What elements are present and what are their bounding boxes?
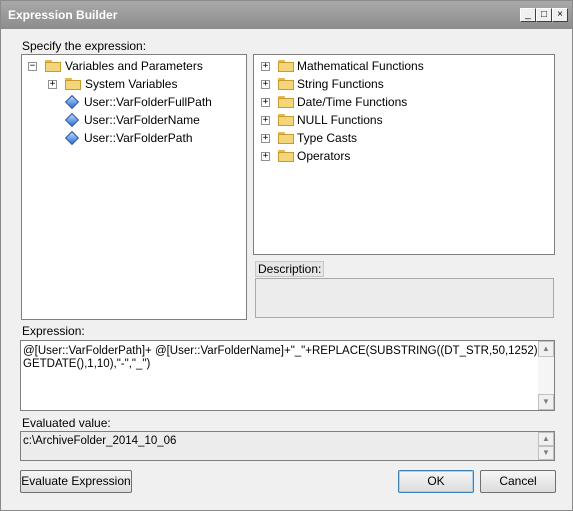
tree-label: Variables and Parameters	[65, 59, 203, 73]
tree-label: Date/Time Functions	[297, 95, 408, 109]
expand-icon[interactable]: +	[261, 116, 270, 125]
window-title: Expression Builder	[8, 8, 118, 22]
folder-icon	[278, 60, 294, 72]
folder-icon	[278, 78, 294, 90]
folder-icon	[278, 150, 294, 162]
variable-icon	[64, 112, 80, 128]
folder-icon	[278, 114, 294, 126]
expand-icon[interactable]: +	[261, 80, 270, 89]
scroll-up-icon[interactable]: ▲	[538, 341, 554, 357]
close-button[interactable]: ×	[552, 8, 568, 22]
tree-label: NULL Functions	[297, 113, 383, 127]
collapse-icon[interactable]: −	[28, 62, 37, 71]
ok-button[interactable]: OK	[398, 470, 474, 493]
expression-scrollbar[interactable]: ▲ ▼	[538, 341, 554, 410]
expression-line-2: GETDATE(),1,10),"-","_")	[23, 358, 151, 370]
variables-tree[interactable]: − Variables and Parameters + System Vari…	[21, 54, 247, 320]
evaluated-value-label: Evaluated value:	[22, 416, 111, 430]
cancel-button[interactable]: Cancel	[480, 470, 556, 493]
tree-label: System Variables	[85, 77, 178, 91]
expression-builder-dialog: Expression Builder _ □ × Specify the exp…	[0, 0, 573, 511]
variable-icon	[64, 130, 80, 146]
scroll-down-icon[interactable]: ▼	[538, 446, 554, 460]
variable-icon	[64, 94, 80, 110]
tree-label: User::VarFolderFullPath	[84, 95, 212, 109]
evaluated-value-text: c:\ArchiveFolder_2014_10_06	[23, 435, 177, 447]
expand-icon[interactable]: +	[261, 152, 270, 161]
tree-label: User::VarFolderPath	[84, 131, 193, 145]
expression-line-1: @[User::VarFolderPath]+ @[User::VarFolde…	[23, 345, 538, 357]
expression-label: Expression:	[22, 324, 85, 338]
functions-tree[interactable]: + Mathematical Functions + String Functi…	[253, 54, 555, 255]
specify-expression-label: Specify the expression:	[22, 39, 147, 53]
expand-icon[interactable]: +	[261, 62, 270, 71]
description-box	[255, 278, 554, 318]
tree-label: Mathematical Functions	[297, 59, 424, 73]
evaluated-value-box: c:\ArchiveFolder_2014_10_06 ▲ ▼	[20, 431, 555, 461]
expand-icon[interactable]: +	[48, 80, 57, 89]
folder-icon	[65, 78, 81, 90]
tree-label: String Functions	[297, 77, 384, 91]
expand-icon[interactable]: +	[261, 134, 270, 143]
folder-icon	[278, 132, 294, 144]
tree-label: Type Casts	[297, 131, 358, 145]
description-label: Description:	[255, 261, 325, 277]
minimize-button[interactable]: _	[520, 8, 536, 22]
title-bar[interactable]: Expression Builder _ □ ×	[1, 1, 572, 29]
maximize-button[interactable]: □	[536, 8, 552, 22]
expression-textarea[interactable]: @[User::VarFolderPath]+ @[User::VarFolde…	[20, 340, 555, 411]
open-folder-icon	[45, 60, 61, 72]
expand-icon[interactable]: +	[261, 98, 270, 107]
folder-icon	[278, 96, 294, 108]
evaluate-expression-button[interactable]: Evaluate Expression	[20, 470, 132, 493]
tree-label: Operators	[297, 149, 351, 163]
evaluated-scrollbar[interactable]: ▲ ▼	[538, 432, 554, 460]
tree-label: User::VarFolderName	[84, 113, 200, 127]
scroll-down-icon[interactable]: ▼	[538, 394, 554, 410]
scroll-up-icon[interactable]: ▲	[538, 432, 554, 446]
